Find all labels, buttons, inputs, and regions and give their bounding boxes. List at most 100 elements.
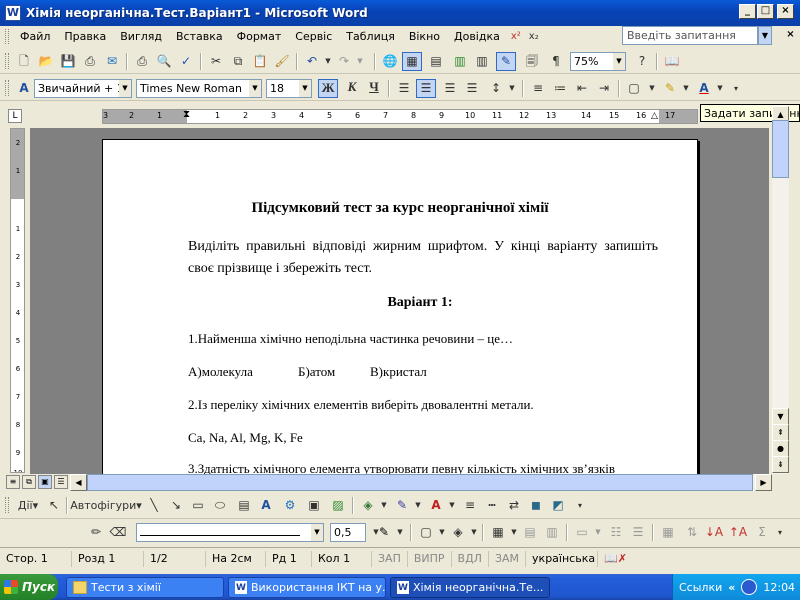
eraser-icon[interactable]: ⌫ (108, 523, 128, 542)
shadow-style-icon[interactable]: ◼ (526, 496, 546, 515)
toolbar-grip[interactable] (5, 53, 9, 69)
email-icon[interactable]: ✉ (102, 52, 122, 71)
taskbar-button-tests-folder[interactable]: Тести з хімії (66, 577, 224, 598)
status-language[interactable]: українська (526, 550, 599, 567)
wordart-icon[interactable]: A (256, 496, 276, 515)
picture-icon[interactable]: ▨ (328, 496, 348, 515)
border-icon[interactable]: ▢ (624, 79, 644, 98)
insert-table-icon[interactable]: ▤ (426, 52, 446, 71)
show-formatting-icon[interactable]: ¶ (546, 52, 566, 71)
vertical-scrollbar[interactable]: ▲ ▼ ⇞ ● ⇟ (772, 106, 789, 474)
dash-style-icon[interactable]: ┅ (482, 496, 502, 515)
line-style-dropdown-icon[interactable]: ▼ (311, 524, 323, 541)
status-overtype[interactable]: ЗАМ (489, 550, 527, 567)
copy-icon[interactable]: ⧉ (228, 52, 248, 71)
redo-dropdown-icon[interactable]: ▼ (350, 52, 370, 71)
tables-toolbar-options-icon[interactable]: ▾ (770, 523, 790, 542)
decrease-indent-icon[interactable]: ⇤ (572, 79, 592, 98)
read-icon[interactable]: 📖 (662, 52, 682, 71)
font-dropdown-icon[interactable]: ▼ (249, 80, 261, 97)
print-icon[interactable]: ⎙ (132, 52, 152, 71)
style-select[interactable]: Звичайний + 18 ▼ (34, 79, 132, 98)
arrow-style-icon[interactable]: ⇄ (504, 496, 524, 515)
draw-font-color-dropdown-icon[interactable]: ▼ (442, 496, 462, 515)
3d-style-icon[interactable]: ◩ (548, 496, 568, 515)
bold-button[interactable]: Ж (318, 79, 338, 98)
print-layout-icon[interactable]: ▣ (38, 475, 52, 489)
drawing-toolbar-options-icon[interactable]: ▾ (570, 496, 590, 515)
align-center-icon[interactable]: ☰ (416, 79, 436, 98)
underline-button[interactable]: Ч (364, 79, 384, 98)
taskbar-button-active-document[interactable]: W Хімія неорганічна.Те... (390, 577, 550, 598)
start-button[interactable]: Пуск (0, 574, 58, 600)
sort-ascending-icon[interactable]: ↓A (704, 523, 724, 542)
increase-indent-icon[interactable]: ⇥ (594, 79, 614, 98)
arrow-tool-icon[interactable]: ↘ (166, 496, 186, 515)
hyperlink-icon[interactable]: 🌐 (380, 52, 400, 71)
line-color-dropdown-icon[interactable]: ▼ (408, 496, 428, 515)
autosum-icon[interactable]: Σ (752, 523, 772, 542)
justify-icon[interactable]: ☰ (462, 79, 482, 98)
vertical-scroll-thumb[interactable] (772, 120, 789, 178)
rectangle-tool-icon[interactable]: ▭ (188, 496, 208, 515)
clock[interactable]: 12:04 (763, 581, 795, 594)
subscript-button[interactable]: x₂ (525, 31, 543, 42)
distribute-columns-icon[interactable]: ☰ (628, 523, 648, 542)
diagram-icon[interactable]: ⚙ (280, 496, 300, 515)
oval-tool-icon[interactable]: ⬭ (210, 496, 230, 515)
distribute-rows-icon[interactable]: ☷ (606, 523, 626, 542)
bullets-icon[interactable]: ≔ (550, 79, 570, 98)
font-size-dropdown-icon[interactable]: ▼ (299, 80, 311, 97)
style-dropdown-icon[interactable]: ▼ (119, 80, 131, 97)
taskbar-button-ikt-document[interactable]: W Використання ІКТ на у... (228, 577, 386, 598)
scroll-left-icon[interactable]: ◀ (70, 474, 87, 491)
line-spacing-dropdown-icon[interactable]: ▼ (502, 79, 522, 98)
network-icon[interactable] (741, 579, 758, 595)
zoom-dropdown-icon[interactable]: ▼ (613, 53, 625, 70)
cut-icon[interactable]: ✂ (206, 52, 226, 71)
vertical-ruler[interactable]: 2 1 1 2 3 4 5 6 7 8 9 10 (10, 128, 25, 473)
font-size-select[interactable]: 18 ▼ (266, 79, 312, 98)
menu-table[interactable]: Таблиця (339, 30, 402, 43)
highlight-dropdown-icon[interactable]: ▼ (676, 79, 696, 98)
document-close-button[interactable]: × (785, 28, 796, 41)
draw-table-pencil-icon[interactable]: ✏ (86, 523, 106, 542)
menu-insert[interactable]: Вставка (169, 30, 230, 43)
format-painter-icon[interactable]: 🖌 (272, 52, 292, 71)
next-page-icon[interactable]: ⇟ (772, 456, 789, 473)
columns-icon[interactable]: ▥ (472, 52, 492, 71)
scroll-right-icon[interactable]: ▶ (755, 474, 772, 491)
border-dropdown-icon[interactable]: ▼ (642, 79, 662, 98)
select-objects-icon[interactable]: ↖ (44, 496, 64, 515)
shading-dropdown-icon[interactable]: ▼ (464, 523, 484, 542)
zoom-select[interactable]: 75% ▼ (570, 52, 626, 71)
links-toolbar[interactable]: Ссылки (679, 581, 722, 594)
outline-view-icon[interactable]: ☰ (54, 475, 68, 489)
paste-icon[interactable]: 📋 (250, 52, 270, 71)
styles-formatting-icon[interactable]: A (14, 79, 34, 98)
align-right-icon[interactable]: ☰ (440, 79, 460, 98)
print-preview-icon[interactable]: 🔍 (154, 52, 174, 71)
toolbar-grip[interactable] (5, 497, 9, 513)
sort-descending-icon[interactable]: ↑A (728, 523, 748, 542)
spelling-status-icon[interactable]: 📖✗ (598, 551, 630, 567)
line-tool-icon[interactable]: ╲ (144, 496, 164, 515)
minimize-button[interactable]: _ (739, 4, 756, 19)
tab-selector-icon[interactable]: L (8, 109, 22, 123)
status-track-changes[interactable]: ВИПР (408, 550, 452, 567)
title-bar[interactable]: W Хімія неорганічна.Тест.Варіант1 - Micr… (0, 0, 800, 26)
superscript-button[interactable]: x² (507, 31, 525, 42)
text-direction-icon[interactable]: ⇅ (682, 523, 702, 542)
menu-window[interactable]: Вікно (402, 30, 447, 43)
document-map-icon[interactable]: 🗐 (522, 52, 542, 71)
menu-file[interactable]: Файл (13, 30, 57, 43)
spelling-icon[interactable]: ✓ (176, 52, 196, 71)
scroll-down-icon[interactable]: ▼ (772, 408, 789, 425)
toolbar-options-icon[interactable]: ▾ (726, 79, 746, 98)
document-area[interactable]: Підсумковий тест за курс неорганічної хі… (30, 128, 769, 474)
permission-icon[interactable]: ⎙ (80, 52, 100, 71)
toolbar-grip[interactable] (5, 80, 9, 96)
word-app-icon[interactable]: W (5, 5, 21, 21)
previous-page-icon[interactable]: ⇞ (772, 424, 789, 441)
menu-help[interactable]: Довідка (447, 30, 507, 43)
